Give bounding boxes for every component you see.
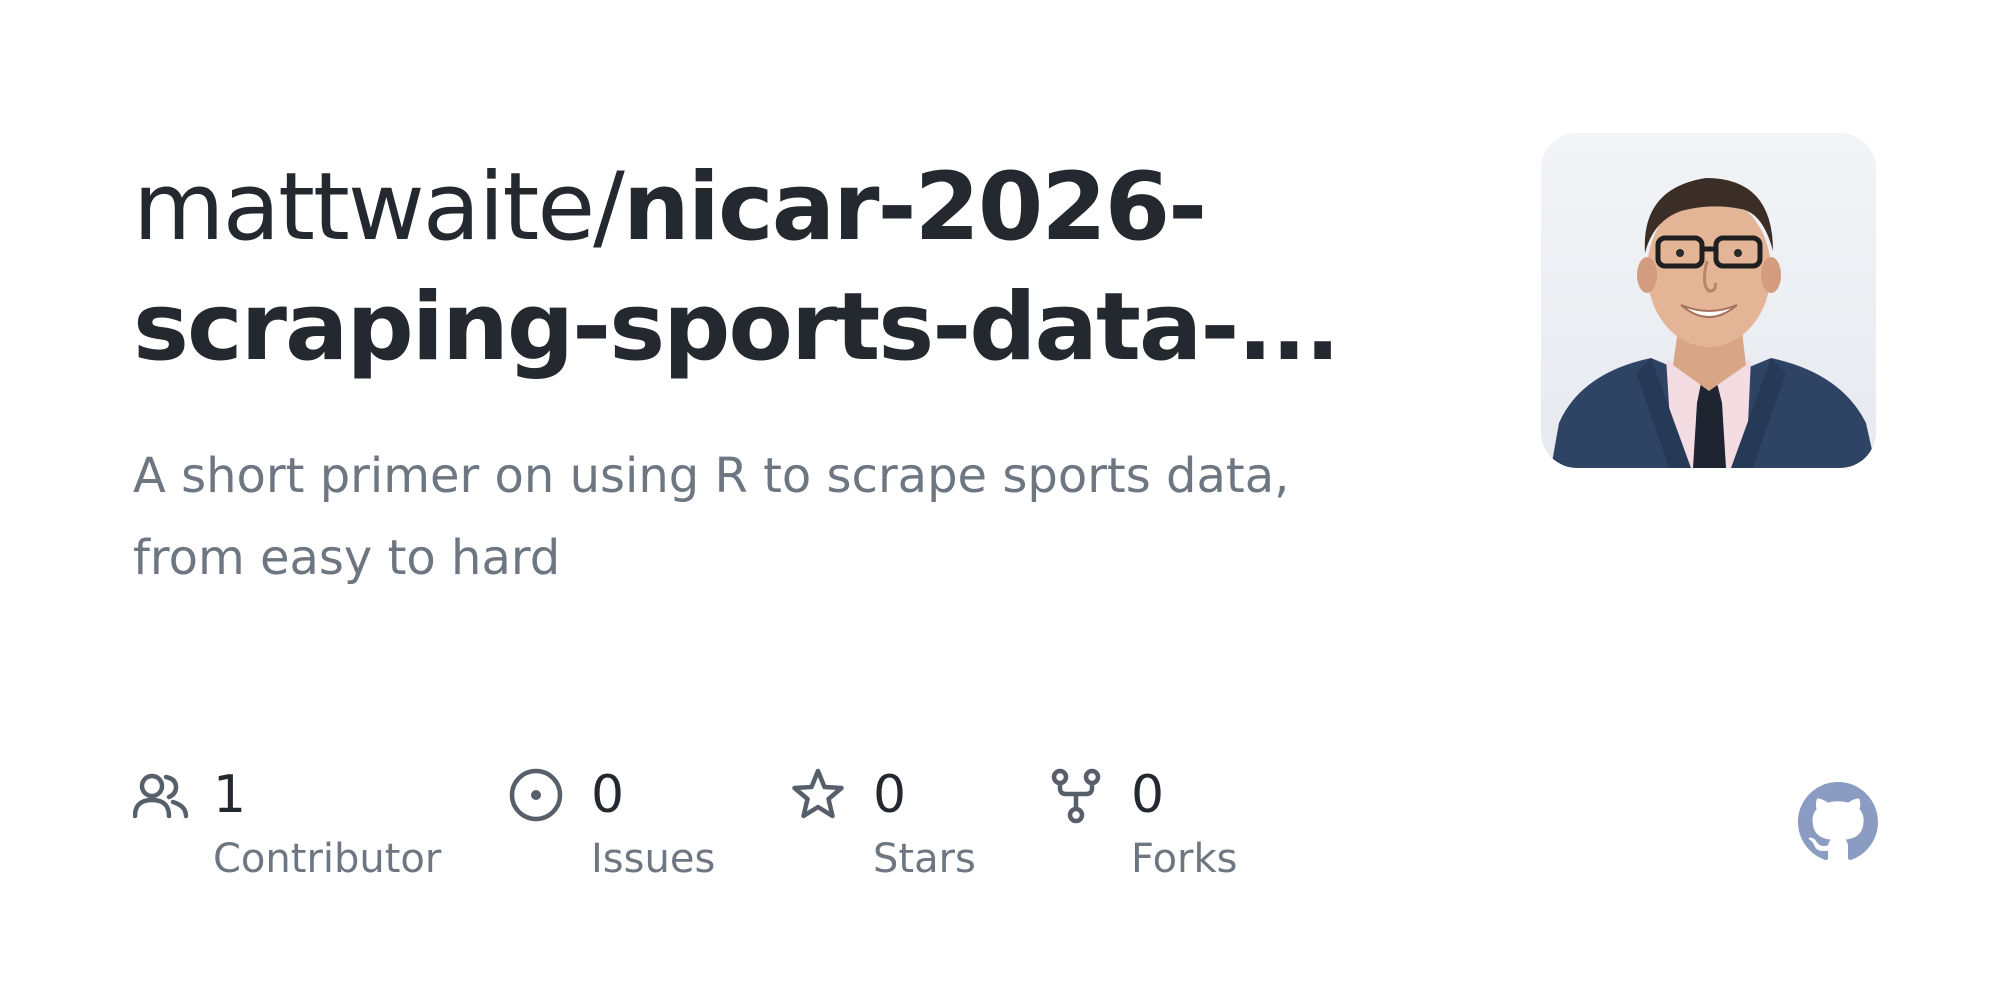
forks-label: Forks: [1131, 836, 1238, 882]
people-icon: [132, 772, 189, 824]
avatar: [1541, 133, 1876, 468]
star-icon: [791, 768, 845, 826]
stars-count: 0: [873, 765, 907, 825]
issue-opened-icon: [509, 768, 565, 828]
issues-label: Issues: [591, 836, 716, 882]
repo-owner[interactable]: mattwaite/: [133, 153, 625, 262]
repo-description: A short primer on using R to scrape spor…: [133, 448, 1290, 586]
avatar-image: [1541, 133, 1876, 468]
contributor-label: Contributor: [213, 836, 442, 882]
stars-label: Stars: [873, 836, 976, 882]
repo-title: mattwaite/nicar-2026-scraping-sports-dat…: [133, 148, 1363, 388]
contributor-count: 1: [213, 765, 247, 825]
forks-count: 0: [1131, 765, 1165, 825]
repo-forked-icon: [1051, 768, 1101, 828]
github-mark-icon[interactable]: [1798, 782, 1878, 862]
issues-count: 0: [591, 765, 625, 825]
